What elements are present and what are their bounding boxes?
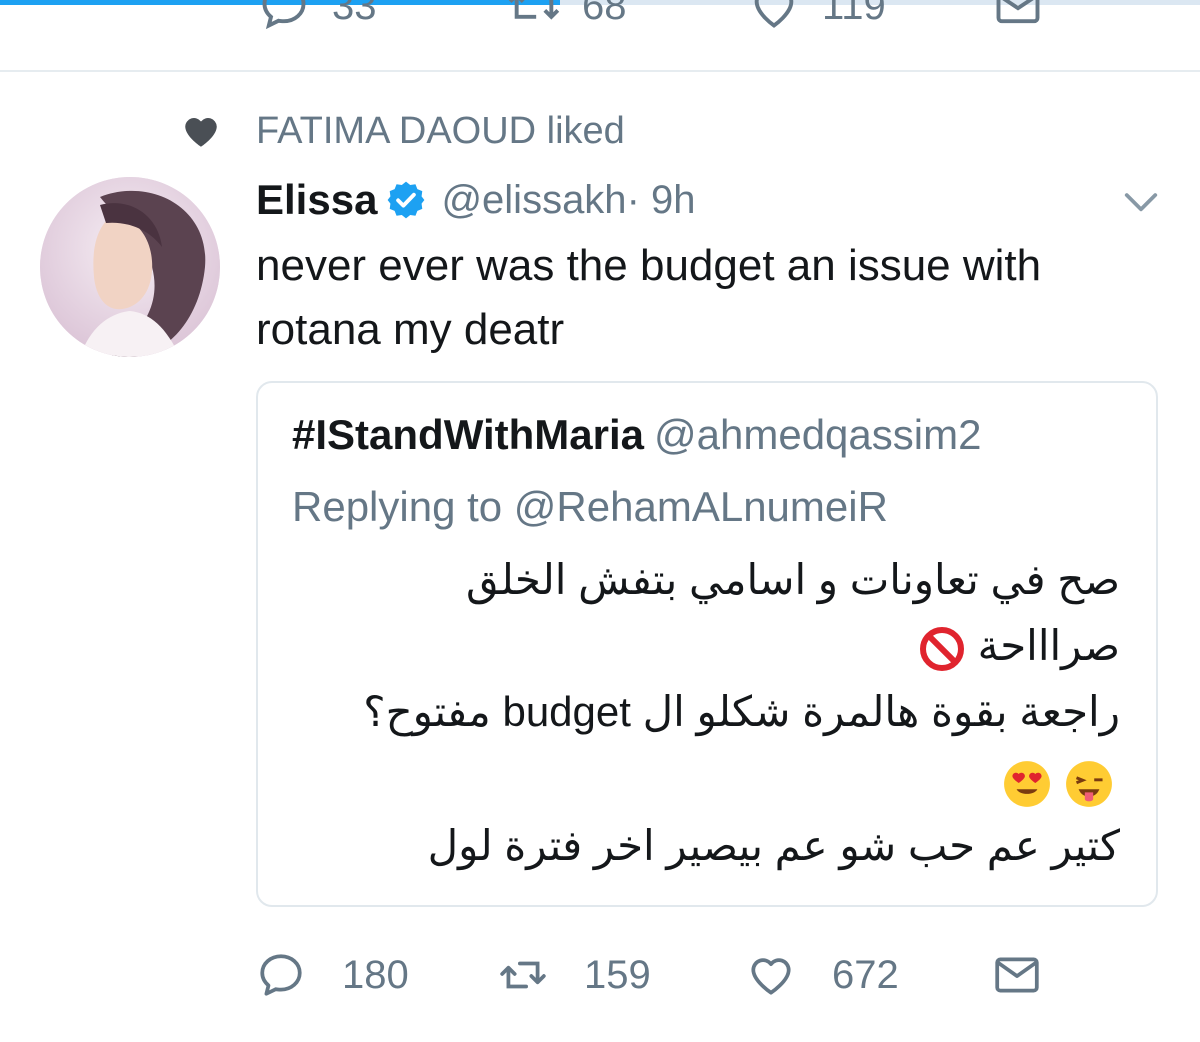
tweet-text: never ever was the budget an issue with … (256, 241, 1042, 354)
like-button[interactable]: 672 (746, 950, 899, 1000)
avatar-image (40, 177, 220, 357)
previous-tweet-actions: 33 68 119 (0, 0, 1200, 70)
retweet-button[interactable]: 68 (508, 0, 627, 32)
retweet-button[interactable]: 159 (498, 950, 651, 1000)
heart-icon (185, 118, 217, 147)
like-button[interactable]: 119 (748, 0, 886, 32)
like-icon (751, 958, 791, 995)
social-context: FATIMA DAOUD liked (180, 108, 625, 154)
quoted-author-handle: @ahmedqassim2 (654, 411, 982, 458)
author-handle[interactable]: @elissakh (441, 178, 626, 223)
reply-icon (260, 954, 302, 996)
retweet-icon (500, 961, 546, 989)
quoted-line-2: صراااحة (918, 621, 1120, 673)
quoted-line-1: صح في تعاونات و اسامي بتفش الخلق (465, 556, 1120, 603)
like-count: 672 (832, 952, 899, 997)
author-name[interactable]: Elissa (256, 176, 377, 224)
reply-icon (262, 0, 306, 30)
replying-to: Replying to @RehamALnumeiR (292, 483, 888, 530)
like-count: 119 (822, 0, 886, 28)
quoted-line-3: راجعة بقوة هالمرة شكلو ال budget مفتوح؟ (363, 688, 1120, 735)
reply-count: 180 (342, 952, 409, 997)
mail-icon (995, 957, 1039, 993)
quoted-line-2-text: صراااحة (977, 622, 1120, 669)
retweet-count: 68 (582, 0, 627, 28)
quoted-line-4: كتير عم حب شو عم بيصير اخر فترة لول (427, 822, 1120, 869)
chevron-down-icon[interactable] (1122, 188, 1160, 218)
quoted-tweet[interactable]: #IStandWithMaria @ahmedqassim2 Replying t… (256, 381, 1158, 907)
retweet-count: 159 (584, 952, 651, 997)
quoted-author-name: #IStandWithMaria (292, 411, 644, 458)
avatar[interactable] (40, 177, 220, 357)
winking-tongue-emoji-icon (1066, 760, 1112, 807)
heart-eyes-emoji-icon (1004, 760, 1051, 807)
verified-badge-icon (388, 181, 425, 219)
mail-icon (996, 0, 1040, 24)
direct-message-button[interactable] (992, 950, 1078, 1000)
tweet-header: Elissa @elissakh · 9h (256, 172, 696, 228)
reply-count: 33 (332, 0, 377, 28)
liked-by-text[interactable]: FATIMA DAOUD liked (256, 110, 625, 153)
quoted-emoji-row (1002, 757, 1120, 809)
reply-button[interactable]: 33 (258, 0, 377, 32)
tweet-divider (0, 70, 1200, 72)
prohibited-emoji-icon (920, 626, 964, 671)
retweet-icon (508, 0, 560, 20)
quoted-header: #IStandWithMaria @ahmedqassim2 (292, 411, 981, 459)
share-button[interactable] (992, 0, 1044, 32)
like-icon (754, 0, 794, 28)
tweet-time[interactable]: · 9h (627, 178, 696, 223)
reply-button[interactable]: 180 (256, 950, 409, 1000)
tweet-actions: 180 159 672 (256, 950, 1156, 1006)
